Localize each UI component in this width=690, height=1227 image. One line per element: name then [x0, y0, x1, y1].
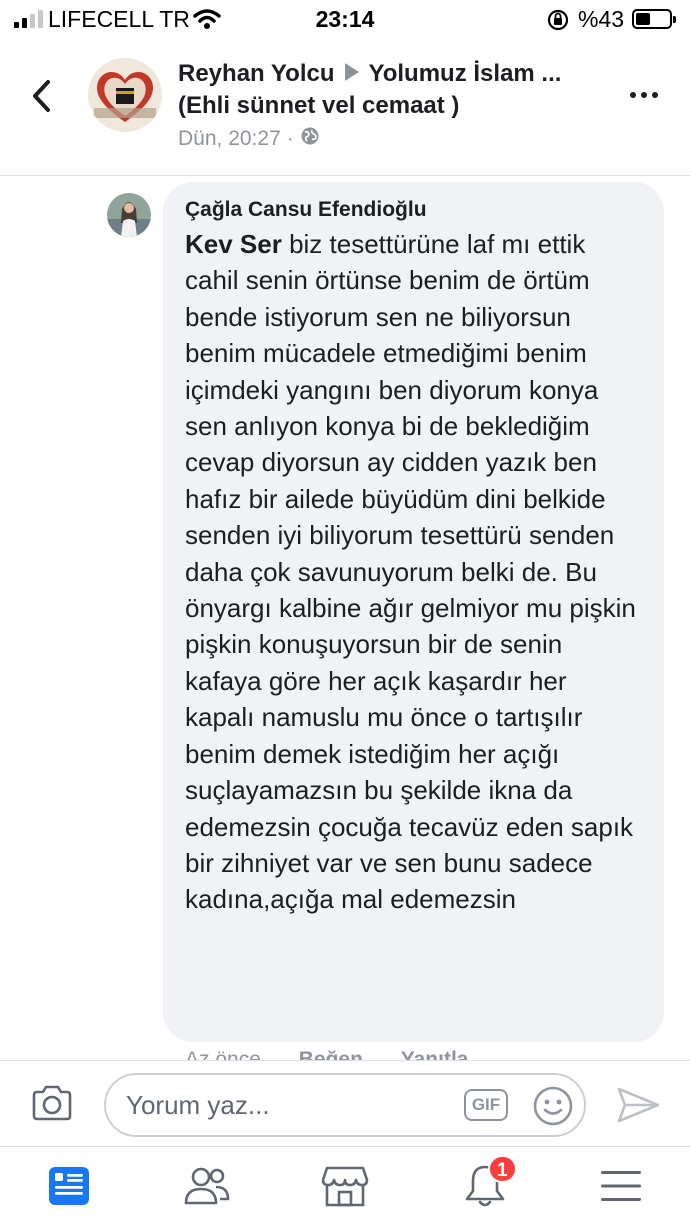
gif-button[interactable]: GIF — [464, 1089, 508, 1121]
group-avatar[interactable] — [88, 58, 162, 132]
friends-icon[interactable] — [180, 1161, 234, 1211]
camera-icon[interactable] — [30, 1083, 74, 1128]
comment-body: biz tesettürüne laf mı ettik cahil senin… — [185, 229, 636, 915]
comment-author[interactable]: Çağla Cansu Efendioğlu — [185, 198, 642, 222]
post-meta: Dün, 20:27 · — [178, 126, 320, 152]
rotation-lock-icon — [546, 8, 570, 39]
post-timestamp[interactable]: Dün, 20:27 — [178, 127, 281, 151]
menu-icon[interactable] — [594, 1161, 648, 1211]
arrow-right-icon — [344, 63, 359, 81]
send-icon[interactable] — [616, 1085, 662, 1130]
back-arrow-icon[interactable] — [28, 78, 56, 119]
emoji-icon[interactable] — [532, 1085, 574, 1132]
status-bar: LIFECELL TR 23:14 %43 — [0, 0, 690, 40]
globe-icon — [300, 126, 320, 152]
notifications-icon[interactable]: 1 — [458, 1155, 517, 1211]
battery-percent: %43 — [578, 6, 625, 32]
notifications-badge: 1 — [488, 1155, 517, 1183]
post-author[interactable]: Reyhan Yolcu — [178, 60, 335, 87]
comment-input-container[interactable]: GIF — [104, 1073, 586, 1137]
comment-mention[interactable]: Kev Ser — [185, 229, 282, 259]
group-name-continued[interactable]: (Ehli sünnet vel cemaat ) — [178, 92, 459, 120]
more-options-icon[interactable] — [630, 92, 658, 98]
marketplace-icon[interactable] — [318, 1161, 372, 1211]
commenter-avatar[interactable] — [107, 193, 151, 237]
battery-icon — [632, 9, 676, 29]
meta-separator: · — [286, 127, 294, 150]
comment-composer: GIF — [0, 1060, 690, 1146]
comment-bubble[interactable]: Çağla Cansu Efendioğlu Kev Ser biz teset… — [163, 182, 664, 1042]
comment-text: Kev Ser biz tesettürüne laf mı ettik cah… — [185, 226, 642, 918]
group-name[interactable]: Yolumuz İslam ... — [369, 60, 562, 87]
news-feed-icon[interactable] — [42, 1161, 96, 1211]
comment-input[interactable] — [126, 1085, 446, 1125]
bottom-nav: 1 — [0, 1146, 690, 1227]
post-header: Reyhan Yolcu Yolumuz İslam ... (Ehli sünn… — [0, 40, 690, 176]
post-title: Reyhan Yolcu Yolumuz İslam ... — [178, 60, 561, 88]
